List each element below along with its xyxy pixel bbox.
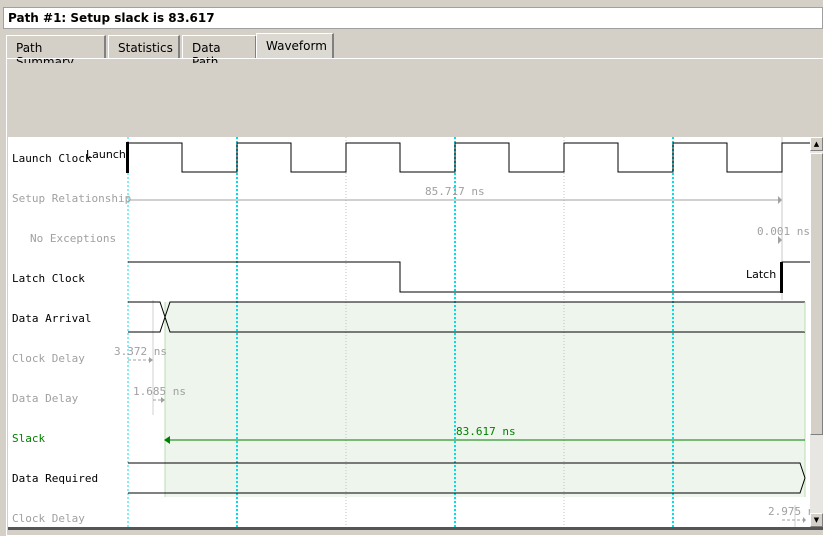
bottom-border <box>8 527 823 530</box>
data-delay-value: 1.685 ns <box>133 385 186 398</box>
waveform-canvas: Launch Clock Setup Relationship No Excep… <box>8 137 821 528</box>
exceptions-value: 0.001 ns <box>757 225 810 238</box>
scroll-up-button[interactable]: ▲ <box>810 137 823 151</box>
row-label-data-arrival: Data Arrival <box>12 312 91 325</box>
row-label-slack: Slack <box>12 432 45 445</box>
row-label-required-clock-delay: Clock Delay <box>12 512 85 525</box>
launch-marker-label: Launch <box>86 148 126 161</box>
row-label-data-delay: Data Delay <box>12 392 79 405</box>
row-label-clock-delay: Clock Delay <box>12 352 85 365</box>
slack-value: 83.617 ns <box>456 425 516 438</box>
row-label-launch-clock: Launch Clock <box>12 152 92 165</box>
row-label-data-required: Data Required <box>12 472 98 485</box>
vertical-scrollbar[interactable]: ▲ ▼ <box>810 137 823 528</box>
row-label-setup-relationship: Setup Relationship <box>12 192 131 205</box>
slack-region <box>165 302 805 497</box>
row-label-no-exceptions: No Exceptions <box>30 232 116 245</box>
latch-edge-marker <box>780 262 783 293</box>
latch-marker-label: Latch <box>746 268 776 281</box>
scroll-down-button[interactable]: ▼ <box>810 513 823 527</box>
setup-value: 85.717 ns <box>425 185 485 198</box>
row-label-latch-clock: Latch Clock <box>12 272 85 285</box>
launch-edge-marker <box>126 142 129 173</box>
scroll-thumb[interactable] <box>810 153 823 435</box>
clock-delay-value: 3.372 ns <box>114 345 167 358</box>
